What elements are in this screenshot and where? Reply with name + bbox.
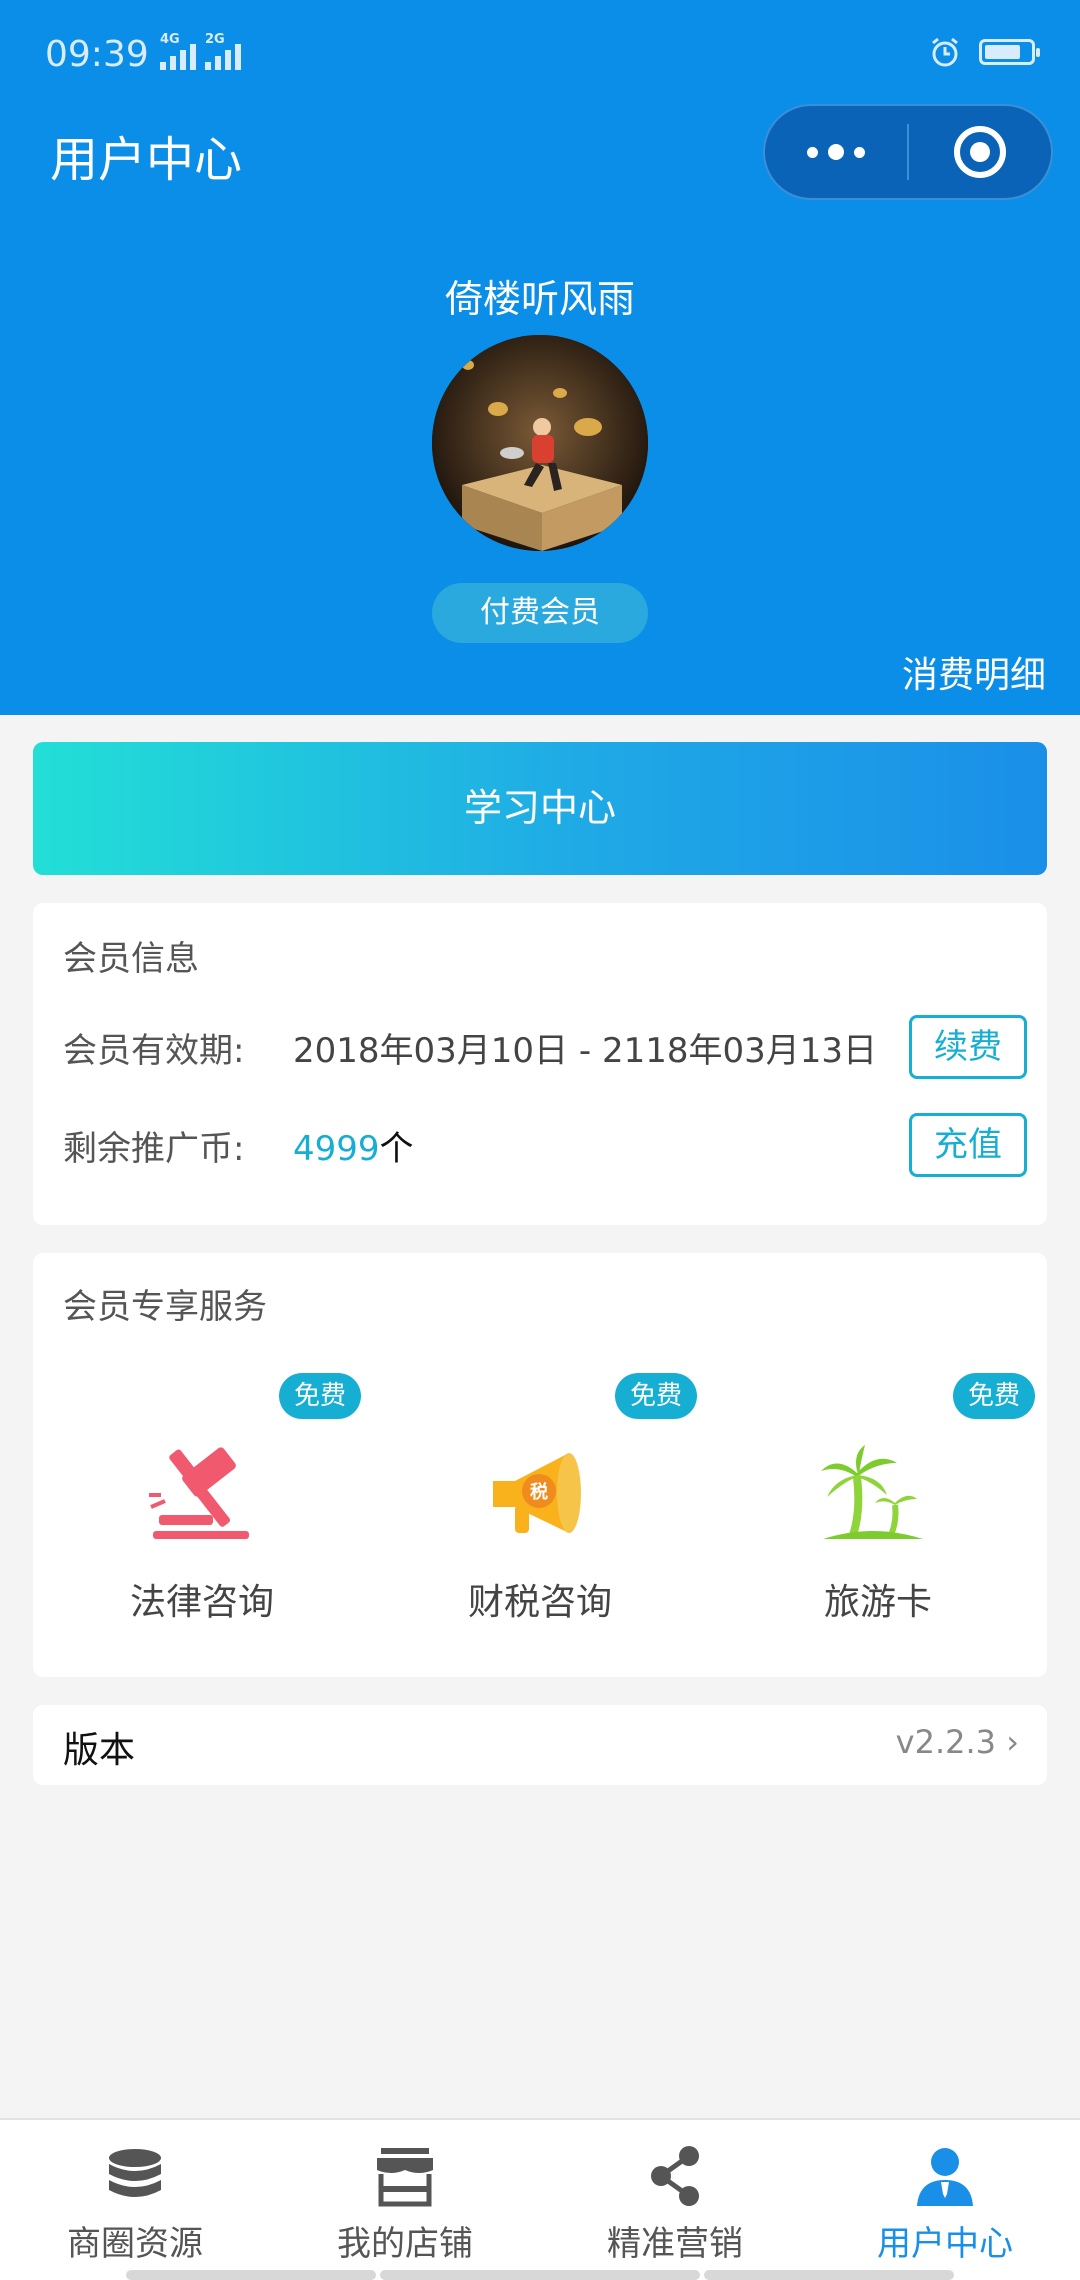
- service-label: 法律咨询: [129, 1582, 274, 1623]
- target-circle-icon: [954, 126, 1006, 178]
- free-badge: 免费: [279, 1373, 361, 1419]
- tab-label: 我的店铺: [337, 2224, 473, 2264]
- close-mini-program-button[interactable]: [909, 106, 1051, 198]
- tab-label: 商圈资源: [67, 2224, 203, 2264]
- gesture-bar: [126, 2270, 376, 2280]
- tax-char: 税: [530, 1481, 548, 1503]
- validity-row: 会员有效期: 2018年03月10日 - 2118年03月13日 续费: [63, 1015, 1027, 1079]
- validity-label: 会员有效期:: [63, 1030, 245, 1071]
- version-row[interactable]: 版本 v2.2.3 ›: [33, 1705, 1047, 1785]
- battery-icon: [979, 39, 1040, 65]
- chevron-right-icon: ›: [1006, 1723, 1019, 1761]
- coins-unit: 个: [379, 1128, 414, 1169]
- alarm-icon: [932, 37, 958, 67]
- megaphone-tax-icon: 税: [493, 1453, 581, 1533]
- free-badge: 免费: [953, 1373, 1035, 1419]
- recharge-button[interactable]: 充值: [909, 1113, 1027, 1177]
- gesture-bar: [704, 2270, 954, 2280]
- more-dots-icon: [807, 144, 865, 160]
- username: 倚楼听风雨: [444, 277, 635, 321]
- avatar-illustration: [432, 335, 648, 551]
- share-icon: [651, 2146, 699, 2206]
- profile-header: 09:39 4G 2G 用户中心 倚楼听风雨 付费会员 消费明细: [0, 0, 1080, 715]
- services-title: 会员专享服务: [63, 1287, 267, 1327]
- member-info-card: 会员信息 会员有效期: 2018年03月10日 - 2118年03月13日 续费…: [33, 903, 1047, 1225]
- coins-value-wrap: 4999个: [293, 1121, 909, 1170]
- gavel-icon: [149, 1447, 249, 1539]
- database-icon: [109, 2149, 161, 2197]
- version-value: v2.2.3: [895, 1723, 997, 1761]
- version-label: 版本: [63, 1730, 136, 1771]
- free-badge: 免费: [615, 1373, 697, 1419]
- service-travel-card[interactable]: 免费 旅游卡: [709, 1373, 1047, 1663]
- gesture-bar: [380, 2270, 700, 2280]
- user-icon: [917, 2148, 973, 2206]
- tab-my-store[interactable]: 我的店铺: [270, 2120, 540, 2280]
- version-value-wrap: v2.2.3 ›: [896, 1723, 1019, 1761]
- member-info-title: 会员信息: [63, 939, 199, 979]
- coins-label: 剩余推广币:: [63, 1128, 245, 1169]
- tab-user-center[interactable]: 用户中心: [810, 2120, 1080, 2280]
- service-tax-consulting[interactable]: 免费 税 财税咨询: [371, 1373, 709, 1663]
- status-time: 09:39: [45, 34, 149, 75]
- spend-details-link[interactable]: 消费明细: [902, 646, 1046, 698]
- service-legal-consulting[interactable]: 免费 法律咨询: [33, 1373, 371, 1663]
- coins-value: 4999: [293, 1128, 380, 1169]
- study-center-button[interactable]: 学习中心: [33, 742, 1047, 875]
- tab-label: 用户中心: [877, 2224, 1013, 2264]
- member-services-card: 会员专享服务 免费 法律咨询 免费 税 财税咨询 免费 旅游卡: [33, 1253, 1047, 1677]
- tab-label: 精准营销: [607, 2224, 743, 2264]
- validity-value: 2018年03月10日 - 2118年03月13日: [293, 1030, 877, 1071]
- palm-tree-icon: [821, 1445, 923, 1539]
- renew-button[interactable]: 续费: [909, 1015, 1027, 1079]
- coins-row: 剩余推广币: 4999个 充值: [63, 1113, 1027, 1177]
- tab-business-resources[interactable]: 商圈资源: [0, 2120, 270, 2280]
- page-title: 用户中心: [50, 132, 243, 188]
- service-label: 旅游卡: [823, 1582, 932, 1623]
- member-type-badge: 付费会员: [432, 583, 648, 643]
- mini-program-capsule: [763, 104, 1053, 200]
- tab-precision-marketing[interactable]: 精准营销: [540, 2120, 810, 2280]
- service-label: 财税咨询: [467, 1582, 612, 1623]
- status-bar: 09:39 4G 2G: [0, 0, 1080, 110]
- avatar[interactable]: [432, 335, 648, 551]
- bottom-tab-bar: 商圈资源 我的店铺 精准营销 用户中心: [0, 2118, 1080, 2280]
- more-button[interactable]: [765, 106, 907, 198]
- store-icon: [377, 2148, 433, 2207]
